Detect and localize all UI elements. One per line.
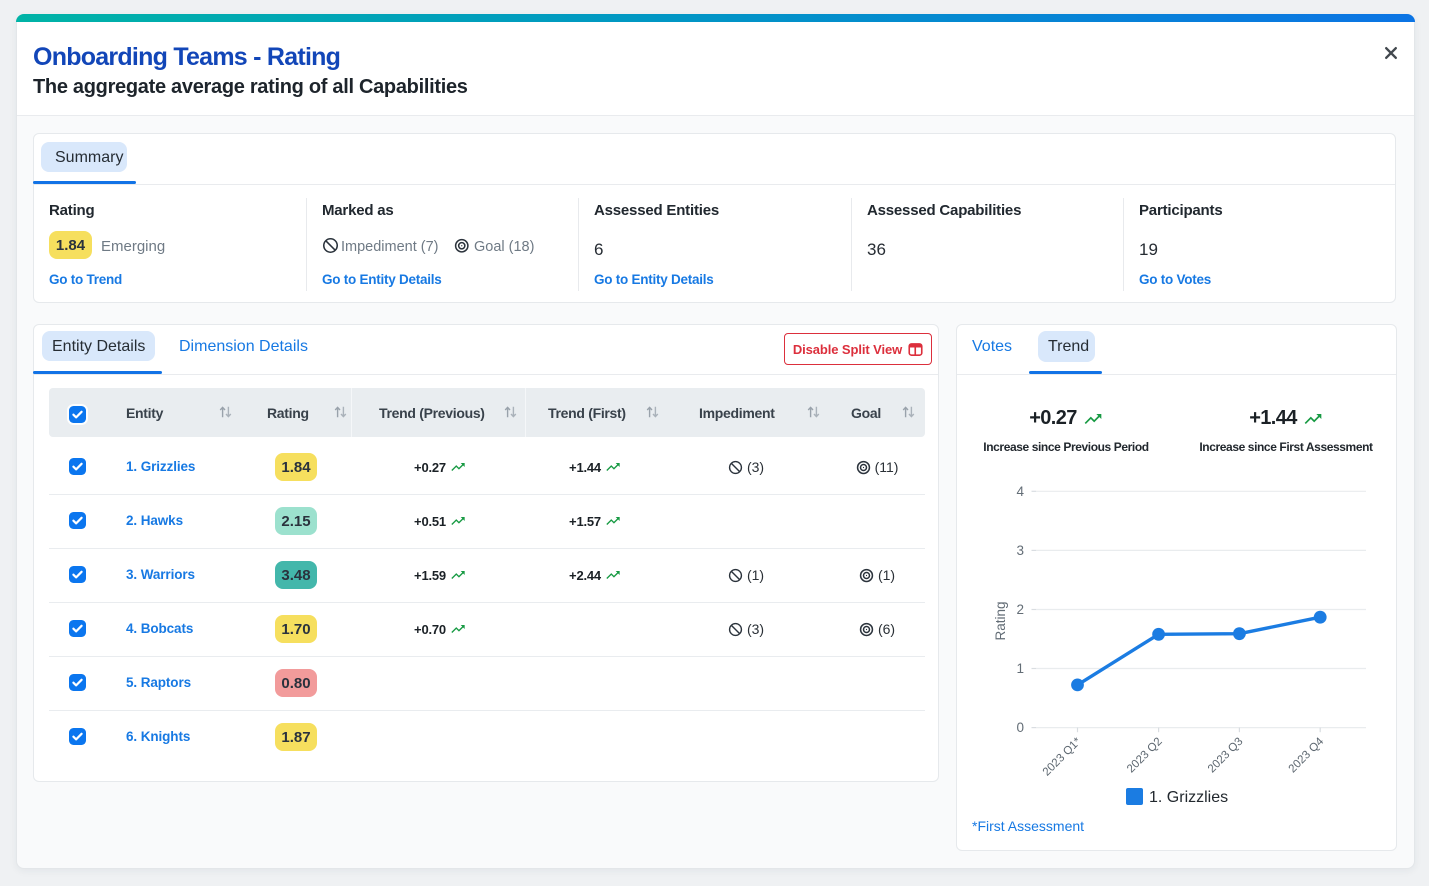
svg-text:0: 0 bbox=[1016, 720, 1024, 735]
svg-text:2023 Q2: 2023 Q2 bbox=[1125, 736, 1165, 776]
svg-text:4: 4 bbox=[1016, 484, 1024, 499]
svg-text:2023 Q4: 2023 Q4 bbox=[1287, 735, 1327, 775]
svg-text:3: 3 bbox=[1016, 543, 1024, 558]
svg-text:2023 Q1*: 2023 Q1* bbox=[1041, 735, 1084, 778]
svg-text:2023 Q3: 2023 Q3 bbox=[1206, 736, 1246, 776]
svg-text:2: 2 bbox=[1016, 602, 1024, 617]
svg-text:Rating: Rating bbox=[993, 601, 1008, 640]
svg-text:1: 1 bbox=[1016, 661, 1024, 676]
